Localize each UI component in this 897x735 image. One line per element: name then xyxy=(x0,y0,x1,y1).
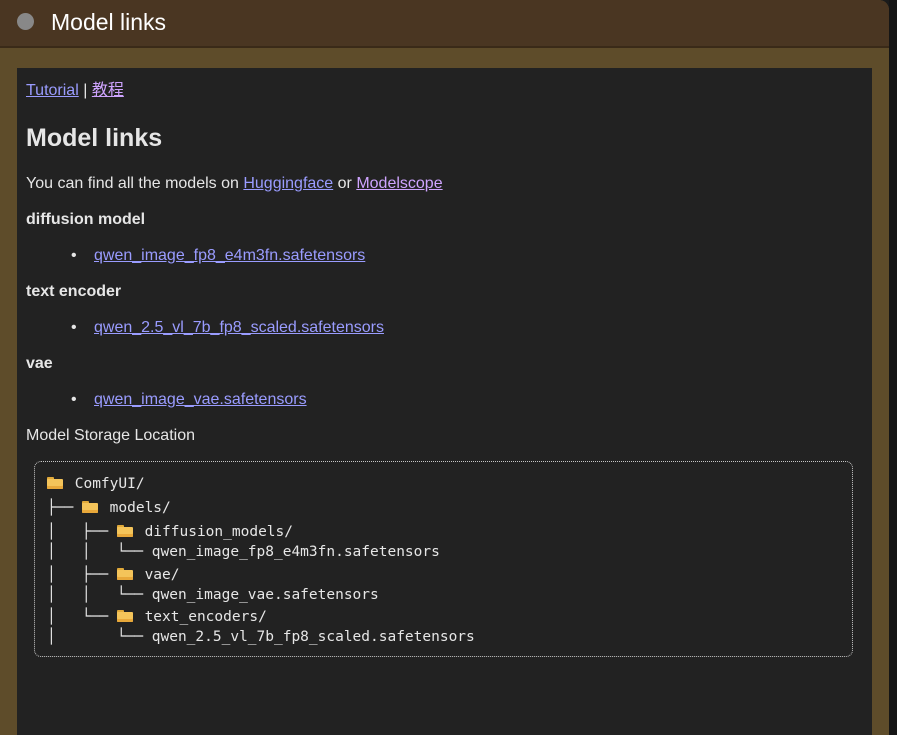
section-diffusion-model: diffusion model xyxy=(26,211,146,228)
tree-line: │ └── qwen_2.5_vl_7b_fp8_scaled.safetens… xyxy=(47,629,475,645)
node-title[interactable]: Model links xyxy=(51,8,166,36)
text-encoder-link[interactable]: qwen_2.5_vl_7b_fp8_scaled.safetensors xyxy=(94,319,384,336)
directory-tree: ComfyUI/ ├── models/ │ ├── diffusion_mod… xyxy=(34,461,853,657)
tutorial-link[interactable]: Tutorial xyxy=(26,82,79,99)
tree-line: ComfyUI/ xyxy=(47,475,145,493)
list-item: • qwen_image_vae.safetensors xyxy=(71,390,307,410)
tree-line: │ ├── diffusion_models/ xyxy=(47,524,293,540)
tree-line: │ │ └── qwen_image_vae.safetensors xyxy=(47,587,379,603)
folder-icon xyxy=(47,477,64,489)
markdown-content: Tutorial | 教程 Model links You can find a… xyxy=(17,68,872,735)
diffusion-model-link[interactable]: qwen_image_fp8_e4m3fn.safetensors xyxy=(94,247,365,264)
tree-line: │ │ └── qwen_image_fp8_e4m3fn.safetensor… xyxy=(47,544,440,560)
note-node[interactable]: Model links Tutorial | 教程 Model links Yo… xyxy=(0,0,889,735)
modelscope-link[interactable]: Modelscope xyxy=(356,175,442,192)
tutorial-links: Tutorial | 教程 xyxy=(26,81,124,101)
list-item: • qwen_image_fp8_e4m3fn.safetensors xyxy=(71,246,365,266)
section-text-encoder: text encoder xyxy=(26,283,122,300)
collapse-dot-icon[interactable] xyxy=(17,13,34,30)
bullet-icon: • xyxy=(71,391,77,408)
bullet-icon: • xyxy=(71,319,77,336)
bullet-icon: • xyxy=(71,247,77,264)
vae-link[interactable]: qwen_image_vae.safetensors xyxy=(94,391,307,408)
folder-icon xyxy=(116,568,134,580)
folder-icon xyxy=(116,525,134,537)
section-vae: vae xyxy=(26,355,53,372)
huggingface-link[interactable]: Huggingface xyxy=(243,175,333,192)
tree-line: │ ├── vae/ xyxy=(47,567,180,583)
tree-line: │ └── text_encoders/ xyxy=(47,609,267,625)
link-separator: | xyxy=(83,82,88,99)
chinese-tutorial-link[interactable]: 教程 xyxy=(92,82,124,99)
page-heading: Model links xyxy=(26,124,163,152)
canvas-edge xyxy=(889,0,897,735)
intro-prefix: You can find all the models on xyxy=(26,175,244,192)
list-item: • qwen_2.5_vl_7b_fp8_scaled.safetensors xyxy=(71,318,384,338)
folder-icon xyxy=(81,501,99,513)
storage-location-label: Model Storage Location xyxy=(26,427,195,444)
tree-line: ├── models/ xyxy=(47,500,171,516)
node-header[interactable]: Model links xyxy=(0,0,889,48)
folder-icon xyxy=(116,610,134,622)
intro-text: You can find all the models on Huggingfa… xyxy=(26,174,443,194)
intro-or: or xyxy=(333,175,357,192)
